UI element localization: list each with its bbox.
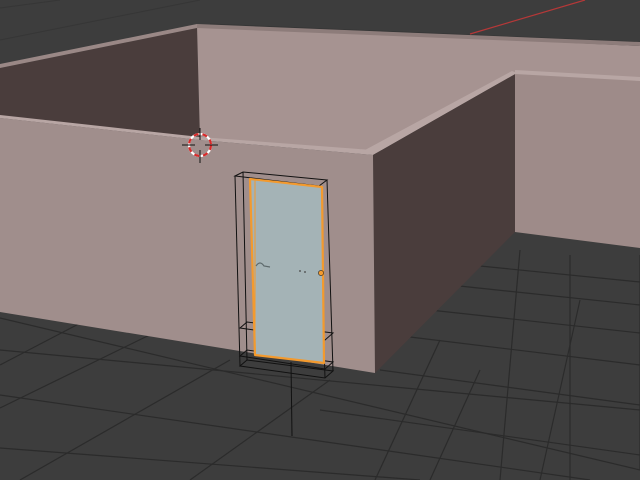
door-panel[interactable] — [250, 179, 324, 363]
scene-canvas[interactable] — [0, 0, 640, 480]
right-wall-segment[interactable] — [515, 72, 640, 248]
object-origin-icon[interactable] — [318, 270, 324, 276]
x-axis-line — [469, 0, 586, 35]
3d-viewport[interactable] — [0, 0, 640, 480]
